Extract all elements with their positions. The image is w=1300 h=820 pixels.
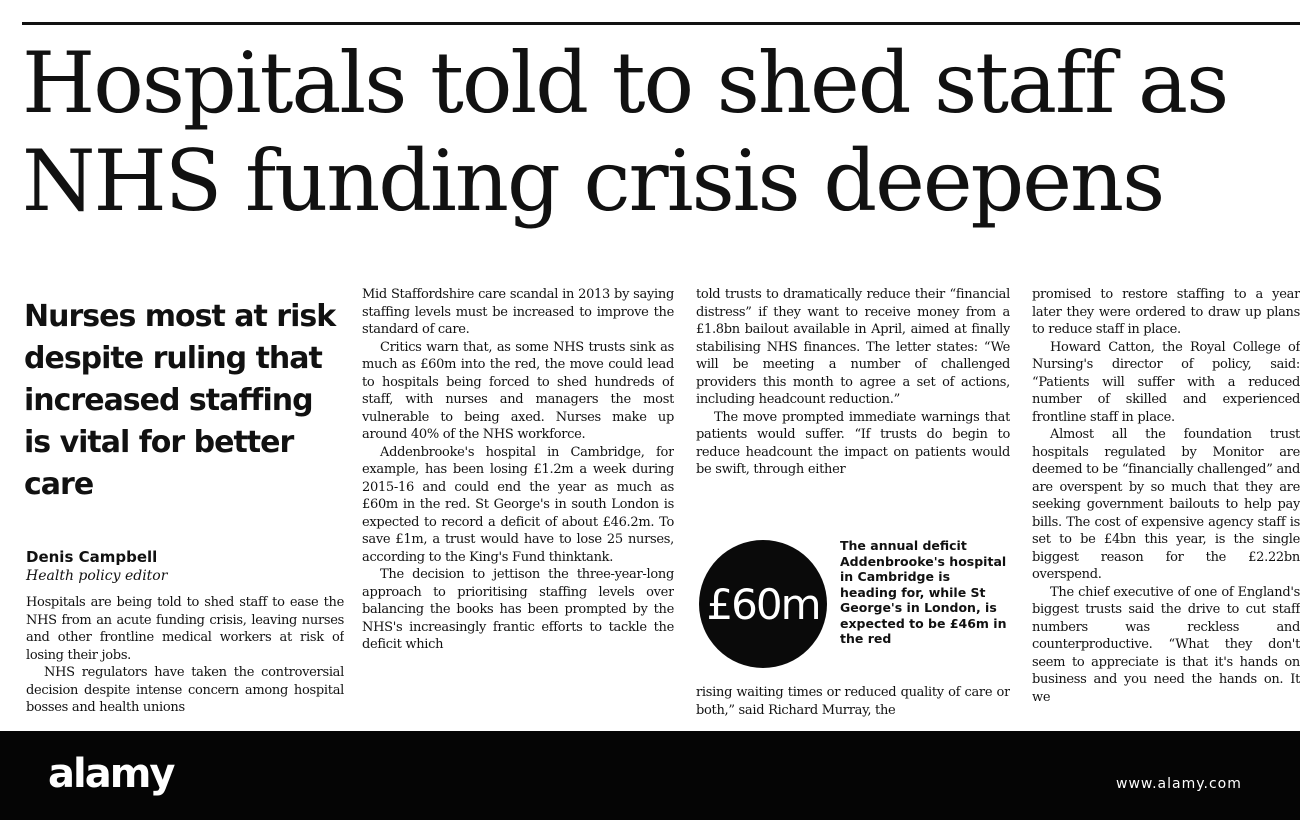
callout-caption: The annual deficit Addenbrooke's hospita…: [840, 538, 1007, 646]
paragraph: Critics warn that, as some NHS trusts si…: [362, 339, 674, 443]
byline: Denis Campbell: [26, 548, 158, 566]
alamy-logo: alamy: [48, 751, 175, 797]
paragraph: rising waiting times or reduced quality …: [696, 685, 1010, 718]
paragraph: NHS regulators have taken the controvers…: [26, 665, 344, 715]
paragraph: Almost all the foundation trust hospital…: [1032, 427, 1300, 582]
headline: Hospitals told to shed staff as NHS fund…: [22, 34, 1300, 230]
column-3: told trusts to dramatically reduce their…: [696, 286, 1010, 516]
paragraph: Addenbrooke's hospital in Cambridge, for…: [362, 444, 674, 565]
paragraph: Hospitals are being told to shed staff t…: [26, 595, 344, 663]
column-4: promised to restore staffing to a year l…: [1032, 286, 1300, 730]
standfirst: Nurses most at risk despite ruling that …: [24, 299, 336, 502]
alamy-site-url: www.alamy.com: [1116, 776, 1242, 792]
headline-line-1: Hospitals told to shed staff as: [22, 34, 1229, 132]
paragraph: Howard Catton, the Royal College of Nurs…: [1032, 339, 1300, 425]
paragraph: Mid Staffordshire care scandal in 2013 b…: [362, 287, 674, 337]
watermark-bar: alamy www.alamy.com: [0, 731, 1300, 820]
column-1: Hospitals are being told to shed staff t…: [26, 594, 344, 730]
top-rule: [22, 22, 1300, 25]
paragraph: promised to restore staffing to a year l…: [1032, 287, 1300, 337]
headline-line-2: NHS funding crisis deepens: [22, 132, 1165, 230]
column-3-continued: rising waiting times or reduced quality …: [696, 684, 1010, 730]
byline-role: Health policy editor: [26, 568, 168, 584]
paragraph: The decision to jettison the three-year-…: [362, 567, 674, 652]
paragraph: The move prompted immediate warnings tha…: [696, 409, 1010, 478]
paragraph: The chief executive of one of England's …: [1032, 584, 1300, 705]
column-2: Mid Staffordshire care scandal in 2013 b…: [362, 286, 674, 730]
callout-badge: £60m: [699, 540, 827, 668]
paragraph: told trusts to dramatically reduce their…: [696, 287, 1010, 407]
